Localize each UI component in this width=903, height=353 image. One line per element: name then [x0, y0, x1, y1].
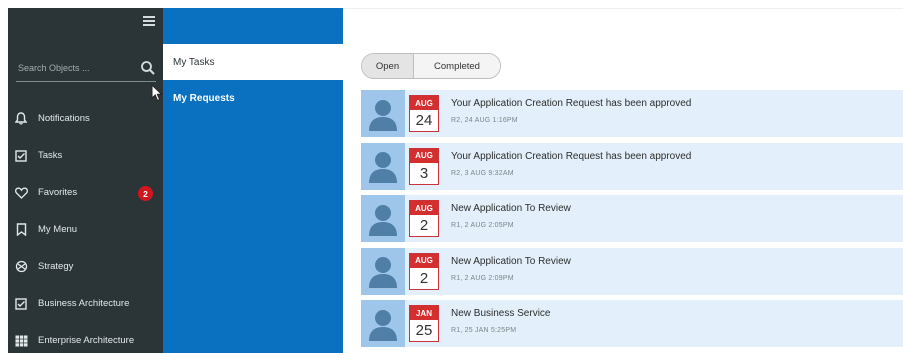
avatar — [361, 247, 405, 295]
sidebar-item-label: Tasks — [38, 150, 63, 161]
bookmark-icon — [14, 223, 28, 237]
subnav-item-label: My Tasks — [173, 56, 215, 68]
bell-icon — [14, 112, 28, 126]
sidebar-item-enterprise-architecture[interactable]: Enterprise Architecture — [8, 322, 163, 353]
date-month: AUG — [410, 148, 438, 163]
date-day: 24 — [415, 112, 433, 129]
avatar — [361, 300, 405, 347]
date-day: 3 — [419, 164, 429, 182]
sidebar-item-label: Notifications — [38, 113, 90, 124]
status-toggle: Open Completed — [361, 53, 501, 79]
date-badge: JAN 25 — [409, 305, 439, 342]
avatar — [361, 142, 405, 190]
user-avatar-icon — [369, 309, 397, 341]
date-day: 2 — [419, 217, 429, 234]
subnav-panel: My Tasks My Requests — [163, 8, 343, 353]
subnav-item-my-tasks[interactable]: My Tasks — [163, 44, 343, 80]
task-meta: R1, 2 AUG 2:09PM — [451, 274, 514, 282]
checkbox-icon — [14, 297, 28, 311]
task-meta: R2, 24 AUG 1:16PM — [451, 117, 518, 124]
date-month: AUG — [410, 96, 438, 110]
sidebar-menu: Notifications Tasks Favorites 2 My Menu — [8, 100, 163, 353]
strategy-icon — [14, 260, 28, 274]
sidebar-item-notifications[interactable]: Notifications — [8, 100, 163, 137]
date-month: AUG — [410, 253, 438, 268]
search-icon[interactable] — [140, 60, 156, 76]
task-item[interactable]: AUG 24 Your Application Creation Request… — [361, 90, 903, 137]
user-avatar-icon — [369, 152, 397, 183]
task-meta: R2, 3 AUG 9:32AM — [451, 169, 514, 177]
sidebar-item-favorites[interactable]: Favorites 2 — [8, 174, 163, 211]
task-meta: R1, 2 AUG 2:05PM — [451, 222, 514, 229]
search-box — [16, 56, 156, 82]
date-badge: AUG 3 — [409, 147, 439, 185]
sidebar-item-label: Enterprise Architecture — [38, 335, 135, 346]
task-title: Your Application Creation Request has be… — [451, 98, 692, 109]
sidebar-item-my-menu[interactable]: My Menu — [8, 211, 163, 248]
task-item[interactable]: AUG 3 Your Application Creation Request … — [361, 142, 903, 190]
user-avatar-icon — [369, 257, 397, 288]
sidebar-item-tasks[interactable]: Tasks — [8, 137, 163, 174]
heart-icon — [14, 186, 28, 200]
avatar — [361, 195, 405, 242]
date-day: 2 — [419, 269, 429, 287]
task-title: New Application To Review — [451, 255, 571, 267]
date-badge: AUG 2 — [409, 252, 439, 290]
subnav-item-label: My Requests — [173, 92, 235, 104]
task-title: Your Application Creation Request has be… — [451, 150, 692, 162]
task-meta: R1, 25 JAN 5:25PM — [451, 327, 517, 334]
subnav-header — [163, 8, 343, 44]
avatar — [361, 90, 405, 137]
user-avatar-icon — [369, 99, 397, 131]
task-item[interactable]: AUG 2 New Application To Review R1, 2 AU… — [361, 247, 903, 295]
header-divider — [343, 8, 903, 9]
task-item[interactable]: JAN 25 New Business Service R1, 25 JAN 5… — [361, 300, 903, 347]
sidebar-item-label: Business Architecture — [38, 298, 130, 309]
search-input[interactable] — [18, 58, 128, 78]
sidebar-item-strategy[interactable]: Strategy — [8, 248, 163, 285]
open-toggle-button[interactable]: Open — [362, 54, 414, 78]
mouse-cursor-icon — [151, 84, 163, 102]
date-month: AUG — [410, 201, 438, 215]
date-badge: AUG 24 — [409, 95, 439, 132]
completed-toggle-button[interactable]: Completed — [414, 54, 500, 78]
grid-icon — [14, 334, 28, 348]
sidebar-item-label: Favorites — [38, 187, 78, 198]
hamburger-menu-icon[interactable] — [143, 16, 155, 26]
favorites-count-badge: 2 — [138, 186, 153, 201]
sidebar-item-business-architecture[interactable]: Business Architecture — [8, 285, 163, 322]
user-avatar-icon — [369, 204, 397, 236]
task-list: AUG 24 Your Application Creation Request… — [361, 90, 903, 353]
date-month: JAN — [410, 306, 438, 320]
checkbox-icon — [14, 149, 28, 163]
task-title: New Application To Review — [451, 203, 571, 214]
date-day: 25 — [415, 322, 433, 339]
task-title: New Business Service — [451, 308, 551, 319]
sidebar: Notifications Tasks Favorites 2 My Menu — [8, 8, 163, 353]
sidebar-item-label: My Menu — [38, 224, 78, 235]
task-item[interactable]: AUG 2 New Application To Review R1, 2 AU… — [361, 195, 903, 242]
subnav-item-my-requests[interactable]: My Requests — [163, 80, 343, 116]
sidebar-item-label: Strategy — [38, 261, 74, 272]
date-badge: AUG 2 — [409, 200, 439, 237]
